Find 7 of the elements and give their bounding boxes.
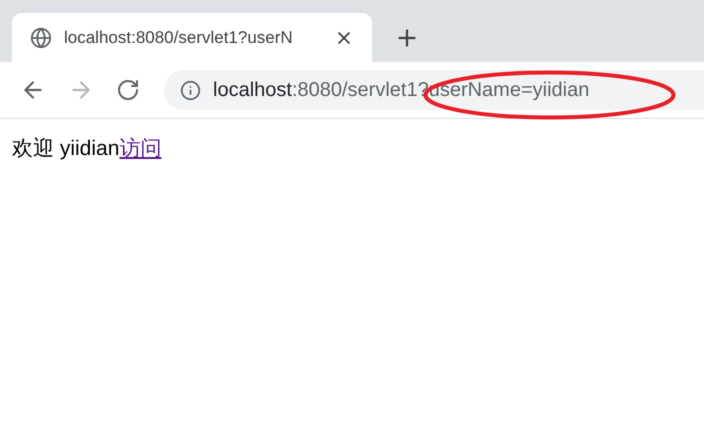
tab-title: localhost:8080/servlet1?userN: [64, 26, 294, 49]
visit-link[interactable]: 访问: [119, 133, 162, 164]
browser-tab[interactable]: localhost:8080/servlet1?userN: [12, 13, 372, 62]
reload-icon[interactable]: [116, 78, 140, 102]
info-icon[interactable]: [180, 80, 201, 100]
welcome-text: 欢迎 yiidian: [12, 136, 120, 162]
globe-icon: [30, 26, 52, 48]
